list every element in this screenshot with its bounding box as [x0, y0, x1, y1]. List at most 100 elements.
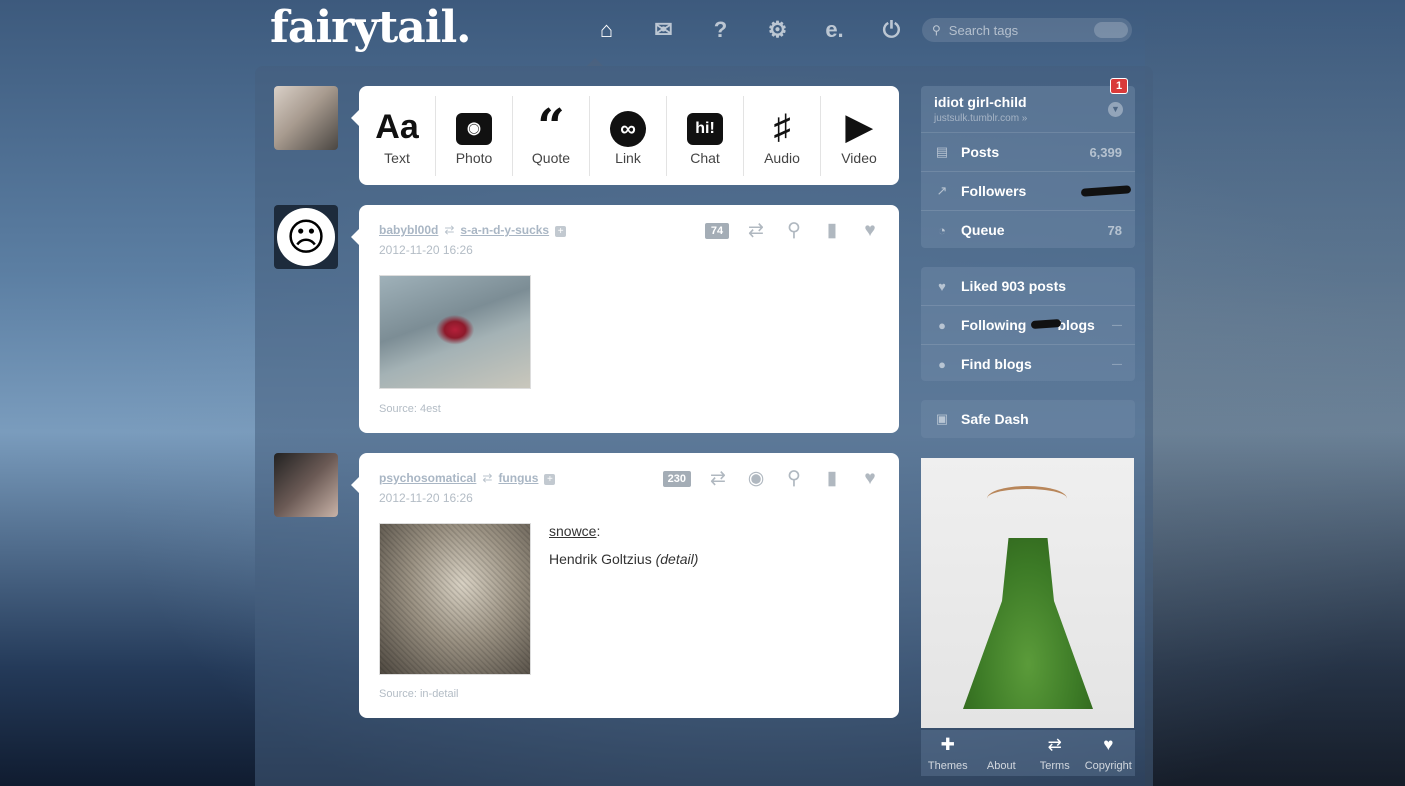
post-type-quote[interactable]: “ Quote	[513, 95, 590, 176]
sidebar-item-posts[interactable]: ▤ Posts 6,399	[921, 133, 1135, 172]
video-camera-icon: ▶	[845, 107, 873, 146]
heart-icon: ♥	[938, 278, 946, 294]
sad-face-icon: ☹	[277, 208, 335, 266]
post-photo[interactable]	[379, 275, 531, 389]
post-avatar[interactable]: ☹	[274, 205, 338, 269]
follow-plus-icon[interactable]: +	[544, 474, 556, 485]
follow-plus-icon[interactable]: +	[555, 226, 567, 237]
post-caption: snowce: Hendrik Goltzius (detail)	[549, 523, 698, 567]
post-source[interactable]: Source: 4est	[379, 403, 441, 415]
post-type-chat[interactable]: hi! Chat	[667, 95, 744, 176]
camera-icon[interactable]: ◉	[745, 467, 767, 490]
sidebar-item-label: Liked 903 posts	[961, 278, 1067, 294]
mail-icon[interactable]: ✉	[635, 14, 692, 46]
power-icon[interactable]: ⏻	[863, 14, 920, 46]
post-type-label: Chat	[690, 149, 720, 166]
search-icon[interactable]: ⚲	[783, 467, 805, 490]
sidebar-item-likes[interactable]: ♥ Liked 903 posts	[921, 267, 1135, 306]
post-card: babybl00d ⇄ s-a-n-d-y-sucks + 2012-11-20 16…	[351, 205, 899, 433]
sidebar-radar-image[interactable]	[921, 458, 1134, 728]
blog-name[interactable]: idiot girl-child	[934, 94, 1027, 110]
sidebar-blog-header[interactable]: idiot girl-child justsulk.tumblr.com » ▼	[921, 86, 1135, 133]
search-toggle[interactable]	[1094, 22, 1128, 38]
caption-detail: (detail)	[655, 551, 699, 567]
heart-icon[interactable]: ♥	[859, 468, 881, 490]
notes-count[interactable]: 74	[705, 222, 729, 239]
post-author-link[interactable]: psychosomatical	[379, 471, 476, 485]
sidebar-item-count: 6,399	[1089, 144, 1122, 160]
search-bar: ⚲	[922, 18, 1132, 42]
sidebar-item-queue[interactable]: ◔ Queue 78	[921, 211, 1135, 248]
post-type-audio[interactable]: ♯ Audio	[744, 95, 821, 176]
sidebar-item-safe-dash[interactable]: ▣ Safe Dash	[921, 400, 1135, 438]
blog-url[interactable]: justsulk.tumblr.com »	[934, 113, 1027, 124]
sidebar-item-label: Queue	[961, 222, 1005, 238]
footer-link-copyright[interactable]: ♥ Copyright	[1082, 730, 1136, 776]
reblogged-from-link[interactable]: fungus	[498, 471, 538, 485]
lock-icon: ▣	[935, 411, 949, 426]
reblog-small-icon: ⇄	[444, 223, 455, 237]
post-type-label: Text	[384, 149, 410, 166]
sidebar-item-following[interactable]: ● Following blogs —	[921, 306, 1135, 345]
blank-icon	[975, 730, 1029, 760]
plus-icon: ✚	[940, 735, 955, 754]
footer-link-label: Terms	[1039, 760, 1070, 772]
reblog-icon[interactable]: ⇄	[707, 467, 729, 490]
user-avatar[interactable]	[274, 86, 338, 150]
following-label: Following	[961, 317, 1027, 333]
account-icon[interactable]: e.	[806, 14, 863, 46]
footer-link-label: Themes	[927, 760, 968, 772]
text-icon: Aa	[375, 107, 419, 146]
sidebar-footer: ✚ Themes About ⇄ Terms ♥ Copyright	[921, 730, 1135, 776]
post-type-video[interactable]: ▶ Video	[821, 96, 897, 176]
reblog-icon: ⇄	[1047, 735, 1062, 754]
top-nav: ⌂ ✉ ? ⚙ e. ⏻	[578, 14, 920, 46]
post-date: 2012-11-20 16:26	[379, 491, 473, 505]
reblogged-from-link[interactable]: s-a-n-d-y-sucks	[460, 223, 549, 237]
home-icon[interactable]: ⌂	[578, 14, 635, 46]
headphones-icon: ♯	[773, 107, 791, 146]
sidebar-safe-dash-box: ▣ Safe Dash	[921, 400, 1135, 438]
footer-link-themes[interactable]: ✚ Themes	[921, 730, 975, 776]
green-dress-shape	[963, 538, 1093, 709]
caption-body: Hendrik Goltzius (detail)	[549, 551, 698, 567]
post-type-link[interactable]: ∞ Link	[590, 95, 667, 176]
blog-menu-chevron-icon[interactable]: ▼	[1108, 102, 1123, 117]
post-type-photo[interactable]: ◉ Photo	[436, 95, 513, 176]
bookmark-icon[interactable]: ▮	[821, 467, 843, 490]
notification-badge[interactable]: 1	[1110, 78, 1129, 94]
camera-icon: ◉	[456, 106, 492, 148]
post-avatar[interactable]	[274, 453, 338, 517]
post-type-label: Link	[615, 149, 641, 166]
chevron-down-icon: —	[1112, 319, 1122, 331]
reblog-icon[interactable]: ⇄	[745, 219, 767, 242]
search-icon[interactable]: ⚲	[783, 219, 805, 242]
heart-icon: ♥	[1103, 735, 1114, 754]
person-icon: ●	[938, 317, 946, 333]
post-type-label: Video	[841, 149, 877, 166]
help-icon[interactable]: ?	[692, 14, 749, 46]
post-header: babybl00d ⇄ s-a-n-d-y-sucks +	[379, 223, 567, 237]
heart-icon[interactable]: ♥	[859, 220, 881, 242]
post-type-text[interactable]: Aa Text	[359, 95, 436, 176]
chart-icon: ↗	[936, 183, 948, 198]
post-source[interactable]: Source: in-detail	[379, 688, 459, 700]
sidebar-social-box: ♥ Liked 903 posts ● Following blogs — ● …	[921, 267, 1135, 381]
card-arrow	[351, 229, 359, 245]
site-logo[interactable]: fairytail.	[270, 2, 471, 53]
sidebar-blog-box: idiot girl-child justsulk.tumblr.com » ▼…	[921, 86, 1135, 248]
search-input[interactable]	[946, 21, 1094, 39]
post-author-link[interactable]: babybl00d	[379, 223, 438, 237]
caption-user-link[interactable]: snowce	[549, 523, 596, 539]
notes-count[interactable]: 230	[662, 470, 691, 487]
chat-icon: hi!	[687, 106, 723, 148]
post-photo[interactable]	[379, 523, 531, 675]
search-icon: ⚲	[932, 23, 941, 37]
reblog-small-icon: ⇄	[482, 471, 493, 485]
sidebar-item-followers[interactable]: ↗ Followers	[921, 172, 1135, 211]
gear-icon[interactable]: ⚙	[749, 14, 806, 46]
sidebar-item-find-blogs[interactable]: ● Find blogs —	[921, 345, 1135, 381]
footer-link-terms[interactable]: ⇄ Terms	[1028, 730, 1082, 776]
footer-link-about[interactable]: About	[975, 730, 1029, 776]
bookmark-icon[interactable]: ▮	[821, 219, 843, 242]
